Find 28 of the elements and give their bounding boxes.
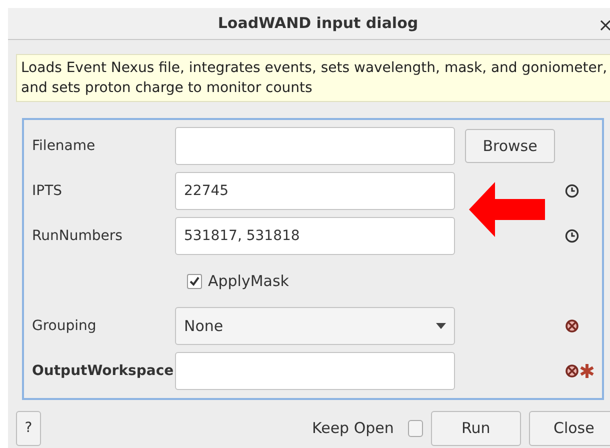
caret-icon — [436, 323, 446, 329]
check-icon — [189, 276, 200, 286]
checkbox[interactable] — [187, 274, 202, 288]
invalid-icon — [565, 364, 579, 378]
field-label: RunNumbers — [32, 226, 124, 246]
asterisk-icon — [579, 363, 595, 379]
field-label: OutputWorkspace — [32, 362, 175, 380]
input-field[interactable]: 531817, 531818 — [175, 217, 455, 255]
dialog-button[interactable]: Run — [430, 410, 521, 446]
keep-open-checkbox[interactable] — [408, 420, 423, 436]
window-title: LoadWAND input dialog — [218, 13, 418, 34]
field-label: IPTS — [32, 182, 64, 200]
keep-open-label: Keep Open — [312, 418, 394, 439]
grouping-dropdown[interactable]: None — [175, 307, 455, 345]
field-label: Grouping — [32, 316, 98, 336]
input-field[interactable] — [175, 352, 455, 390]
input-field[interactable] — [175, 127, 455, 165]
description: Loads Event Nexus file, integrates events, sets wavelength, mask, and goniometer, and sets proton charge to monitor counts — [16, 54, 610, 102]
invalid-icon — [565, 319, 579, 333]
dialog-button[interactable]: Close — [528, 410, 610, 446]
clock-icon — [565, 184, 579, 198]
checkbox-label: ApplyMask — [208, 270, 289, 292]
clock-icon — [565, 229, 579, 243]
arrow-icon — [469, 182, 545, 237]
field-label: Filename — [32, 136, 96, 156]
browse-button[interactable]: Browse — [465, 129, 555, 163]
input-field[interactable]: 22745 — [175, 172, 455, 210]
help-button[interactable]: ? — [16, 410, 41, 446]
